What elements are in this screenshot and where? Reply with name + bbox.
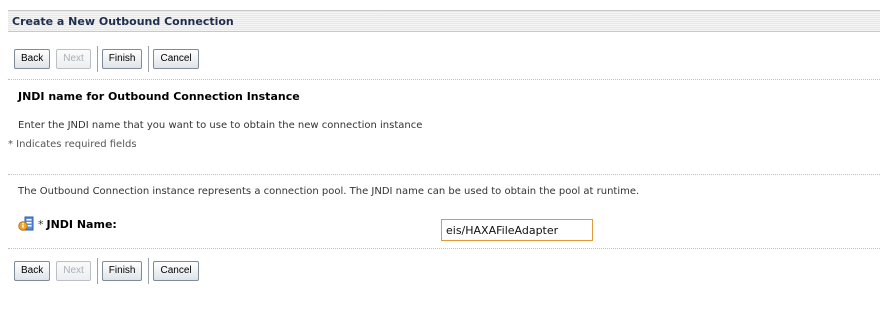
top-button-bar: Back Next Finish Cancel bbox=[14, 46, 199, 72]
button-separator bbox=[148, 46, 150, 72]
divider bbox=[8, 174, 880, 175]
back-button-bottom[interactable]: Back bbox=[14, 261, 51, 281]
jndi-name-label: * JNDI Name: bbox=[38, 218, 117, 231]
button-separator bbox=[96, 46, 98, 72]
finish-button-bottom[interactable]: Finish bbox=[101, 261, 143, 281]
bottom-button-bar: Back Next Finish Cancel bbox=[14, 258, 199, 284]
section-heading: JNDI name for Outbound Connection Instan… bbox=[18, 90, 300, 103]
finish-button-top[interactable]: Finish bbox=[101, 49, 143, 69]
divider bbox=[8, 79, 880, 80]
help-field-icon[interactable] bbox=[18, 216, 34, 232]
required-fields-note: * Indicates required fields bbox=[8, 139, 137, 150]
cancel-button-top[interactable]: Cancel bbox=[153, 49, 199, 69]
next-button-top[interactable]: Next bbox=[56, 49, 91, 69]
cancel-button-bottom[interactable]: Cancel bbox=[153, 261, 199, 281]
page-title: Create a New Outbound Connection bbox=[12, 15, 234, 28]
section-info-text: The Outbound Connection instance represe… bbox=[18, 186, 640, 197]
create-outbound-connection-panel: Create a New Outbound Connection Back Ne… bbox=[0, 0, 880, 310]
jndi-name-input[interactable] bbox=[441, 219, 593, 241]
button-separator bbox=[148, 258, 150, 284]
section-instruction: Enter the JNDI name that you want to use… bbox=[18, 120, 423, 131]
divider bbox=[8, 248, 880, 249]
required-marker: * bbox=[38, 218, 44, 231]
next-button-bottom[interactable]: Next bbox=[56, 261, 91, 281]
jndi-name-label-text: JNDI Name: bbox=[46, 218, 117, 231]
panel-titlebar: Create a New Outbound Connection bbox=[8, 10, 880, 32]
back-button-top[interactable]: Back bbox=[14, 49, 51, 69]
button-separator bbox=[96, 258, 98, 284]
